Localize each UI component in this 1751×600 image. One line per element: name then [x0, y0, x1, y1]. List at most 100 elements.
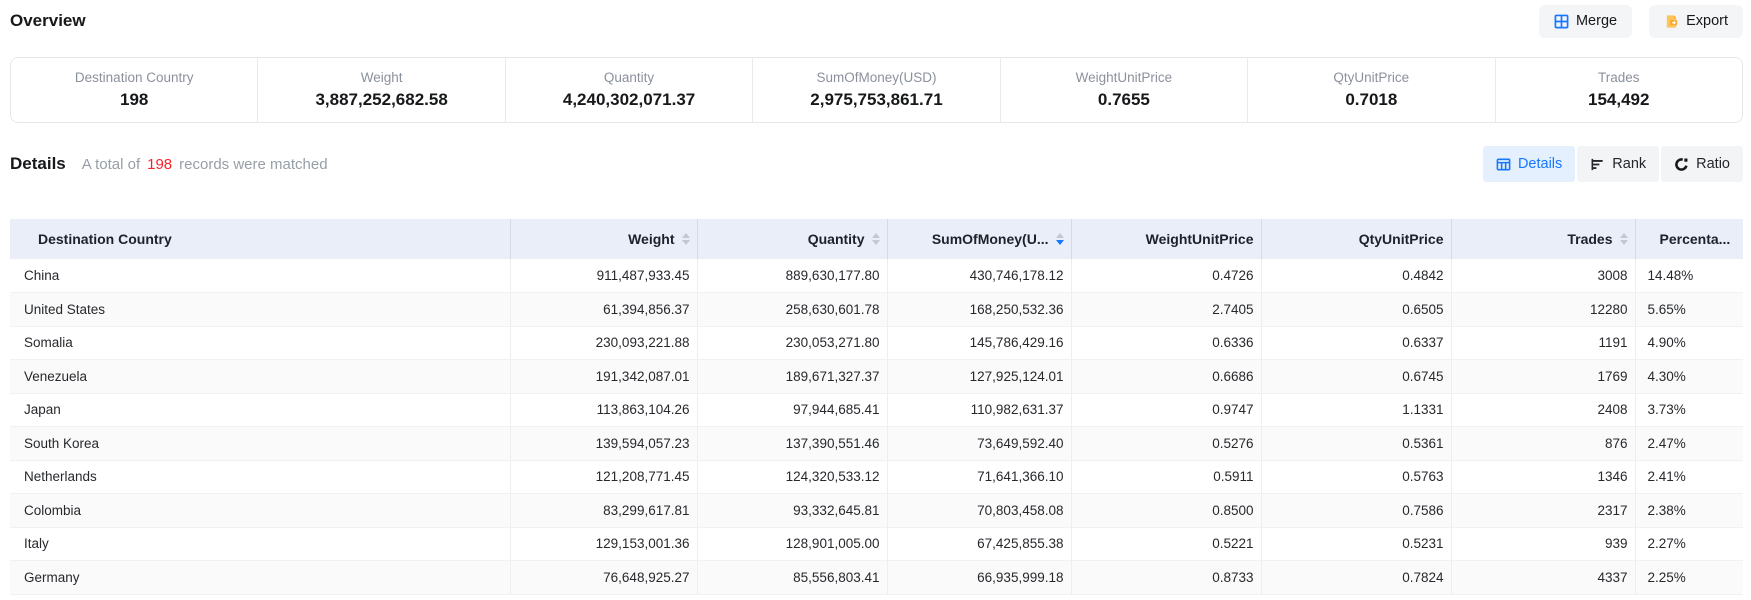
table-row-venezuela: Venezuela191,342,087.01189,671,327.37127…	[10, 360, 1743, 394]
cell-sum-of-money: 127,925,124.01	[887, 360, 1071, 394]
cell-weight-unit-price: 0.6686	[1071, 360, 1261, 394]
table-row-japan: Japan113,863,104.2697,944,685.41110,982,…	[10, 393, 1743, 427]
cell-percentage: 4.90%	[1635, 326, 1743, 360]
cell-weight-unit-price: 0.6336	[1071, 326, 1261, 360]
cell-weight-unit-price: 0.9747	[1071, 393, 1261, 427]
cell-weight: 139,594,057.23	[510, 427, 697, 461]
stat-value: 0.7655	[1098, 90, 1150, 110]
column-header-sum-of-money[interactable]: SumOfMoney(U...	[887, 219, 1071, 259]
sort-caret-up	[872, 233, 880, 238]
column-header-quantity[interactable]: Quantity	[697, 219, 887, 259]
sort-caret-down	[872, 240, 880, 245]
cell-weight-unit-price: 0.4726	[1071, 259, 1261, 293]
cell-sum-of-money: 430,746,178.12	[887, 259, 1071, 293]
cell-country: Netherlands	[10, 460, 510, 494]
column-header-percentage: Percenta...	[1635, 219, 1743, 259]
cell-quantity: 889,630,177.80	[697, 259, 887, 293]
stat-value: 2,975,753,861.71	[810, 90, 942, 110]
cell-quantity: 124,320,533.12	[697, 460, 887, 494]
sort-icon	[1620, 233, 1628, 245]
cell-qty-unit-price: 0.4842	[1261, 259, 1451, 293]
table-header-row: Destination CountryWeightQuantitySumOfMo…	[10, 219, 1743, 259]
stat-label: SumOfMoney(USD)	[816, 70, 936, 85]
cell-weight: 129,153,001.36	[510, 527, 697, 561]
cell-quantity: 128,901,005.00	[697, 527, 887, 561]
view-button-label: Details	[1518, 156, 1562, 172]
view-button-label: Ratio	[1696, 156, 1730, 172]
cell-weight-unit-price: 0.8733	[1071, 561, 1261, 595]
column-header-label: SumOfMoney(U...	[932, 231, 1049, 247]
table-row-italy: Italy129,153,001.36128,901,005.0067,425,…	[10, 527, 1743, 561]
cell-qty-unit-price: 0.6505	[1261, 293, 1451, 327]
bar-chart-icon	[1590, 157, 1605, 172]
stat-label: QtyUnitPrice	[1333, 70, 1409, 85]
cell-sum-of-money: 168,250,532.36	[887, 293, 1071, 327]
view-button-ratio[interactable]: Ratio	[1661, 146, 1743, 182]
top-bar: Overview Merge Export	[10, 0, 1743, 42]
sort-caret-up	[682, 233, 690, 238]
cell-qty-unit-price: 1.1331	[1261, 393, 1451, 427]
records-summary: A total of198records were matched	[82, 156, 328, 173]
page-title: Overview	[10, 11, 86, 31]
cell-trades: 939	[1451, 527, 1635, 561]
cell-weight: 191,342,087.01	[510, 360, 697, 394]
stat-value: 198	[120, 90, 148, 110]
top-actions: Merge Export	[1539, 5, 1743, 38]
cell-quantity: 258,630,601.78	[697, 293, 887, 327]
table-row-china: China911,487,933.45889,630,177.80430,746…	[10, 259, 1743, 293]
cell-trades: 876	[1451, 427, 1635, 461]
merge-button[interactable]: Merge	[1539, 5, 1632, 38]
sort-caret-up	[1056, 233, 1064, 238]
table-row-somalia: Somalia230,093,221.88230,053,271.80145,7…	[10, 326, 1743, 360]
page: Overview Merge Export Destination Countr…	[0, 0, 1751, 595]
cell-quantity: 97,944,685.41	[697, 393, 887, 427]
table-row-colombia: Colombia83,299,617.8193,332,645.8170,803…	[10, 494, 1743, 528]
cell-percentage: 4.30%	[1635, 360, 1743, 394]
column-header-label: Trades	[1567, 231, 1612, 247]
column-header-label: Percenta...	[1660, 231, 1731, 247]
cell-country: Colombia	[10, 494, 510, 528]
cell-country: South Korea	[10, 427, 510, 461]
stat-label: WeightUnitPrice	[1076, 70, 1173, 85]
stat-item-weightunitprice: WeightUnitPrice 0.7655	[1000, 58, 1247, 122]
table-row-united-states: United States61,394,856.37258,630,601.78…	[10, 293, 1743, 327]
cell-quantity: 137,390,551.46	[697, 427, 887, 461]
cell-percentage: 5.65%	[1635, 293, 1743, 327]
column-header-trades[interactable]: Trades	[1451, 219, 1635, 259]
cell-qty-unit-price: 0.5763	[1261, 460, 1451, 494]
cell-country: Japan	[10, 393, 510, 427]
sort-icon	[872, 233, 880, 245]
cell-qty-unit-price: 0.6337	[1261, 326, 1451, 360]
cell-weight: 113,863,104.26	[510, 393, 697, 427]
column-header-weight-unit-price: WeightUnitPrice	[1071, 219, 1261, 259]
column-header-weight[interactable]: Weight	[510, 219, 697, 259]
cell-sum-of-money: 145,786,429.16	[887, 326, 1071, 360]
column-header-qty-unit-price: QtyUnitPrice	[1261, 219, 1451, 259]
cell-trades: 4337	[1451, 561, 1635, 595]
column-header-label: Quantity	[808, 231, 865, 247]
stat-value: 154,492	[1588, 90, 1649, 110]
cell-trades: 1191	[1451, 326, 1635, 360]
cell-qty-unit-price: 0.7586	[1261, 494, 1451, 528]
cell-qty-unit-price: 0.7824	[1261, 561, 1451, 595]
cell-weight-unit-price: 0.8500	[1071, 494, 1261, 528]
cell-sum-of-money: 110,982,631.37	[887, 393, 1071, 427]
cell-trades: 1769	[1451, 360, 1635, 394]
view-button-details[interactable]: Details	[1483, 146, 1575, 182]
merge-button-label: Merge	[1576, 13, 1617, 29]
cell-weight: 76,648,925.27	[510, 561, 697, 595]
cell-percentage: 2.41%	[1635, 460, 1743, 494]
table-row-south-korea: South Korea139,594,057.23137,390,551.467…	[10, 427, 1743, 461]
column-header-label: Weight	[628, 231, 674, 247]
cell-percentage: 14.48%	[1635, 259, 1743, 293]
export-button[interactable]: Export	[1649, 5, 1743, 38]
cell-sum-of-money: 73,649,592.40	[887, 427, 1071, 461]
cell-weight-unit-price: 0.5276	[1071, 427, 1261, 461]
details-table: Destination CountryWeightQuantitySumOfMo…	[10, 219, 1743, 595]
pie-chart-icon	[1674, 157, 1689, 172]
cell-percentage: 2.25%	[1635, 561, 1743, 595]
view-button-rank[interactable]: Rank	[1577, 146, 1659, 182]
cell-percentage: 2.38%	[1635, 494, 1743, 528]
view-button-label: Rank	[1612, 156, 1646, 172]
sort-icon	[1056, 233, 1064, 245]
